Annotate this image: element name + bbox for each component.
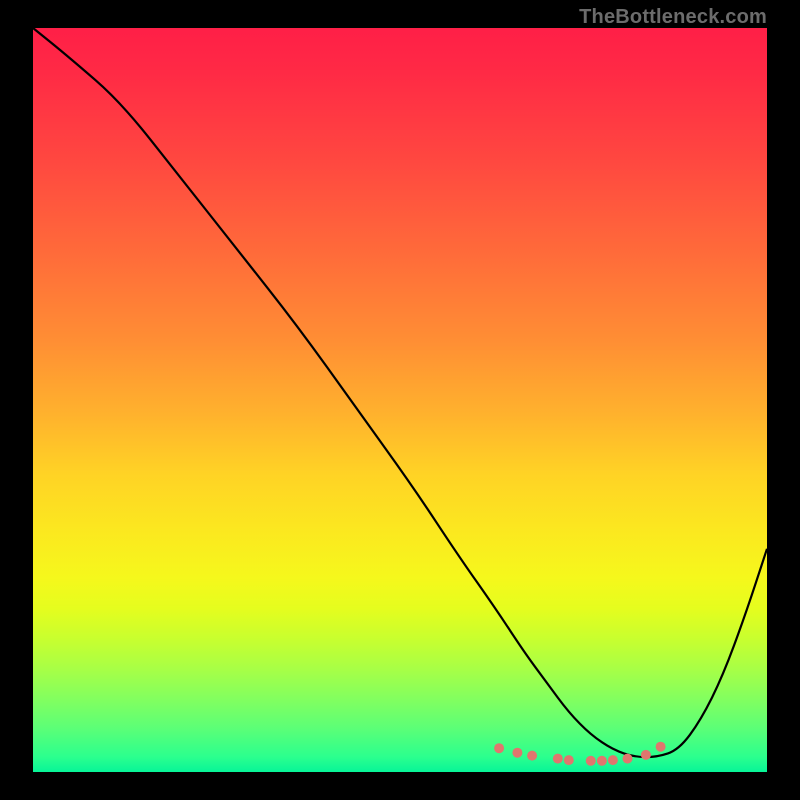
highlight-dot [494,743,504,753]
highlight-dot [512,748,522,758]
chart-frame: TheBottleneck.com [0,0,800,800]
highlight-dots-group [494,742,665,766]
highlight-dot [586,756,596,766]
highlight-dot [656,742,666,752]
watermark-text: TheBottleneck.com [579,6,767,29]
bottleneck-curve-line [33,28,767,757]
highlight-dot [641,750,651,760]
highlight-dot [597,756,607,766]
highlight-dot [623,754,633,764]
highlight-dot [527,751,537,761]
highlight-dot [553,754,563,764]
chart-overlay [33,28,767,772]
highlight-dot [608,755,618,765]
highlight-dot [564,755,574,765]
